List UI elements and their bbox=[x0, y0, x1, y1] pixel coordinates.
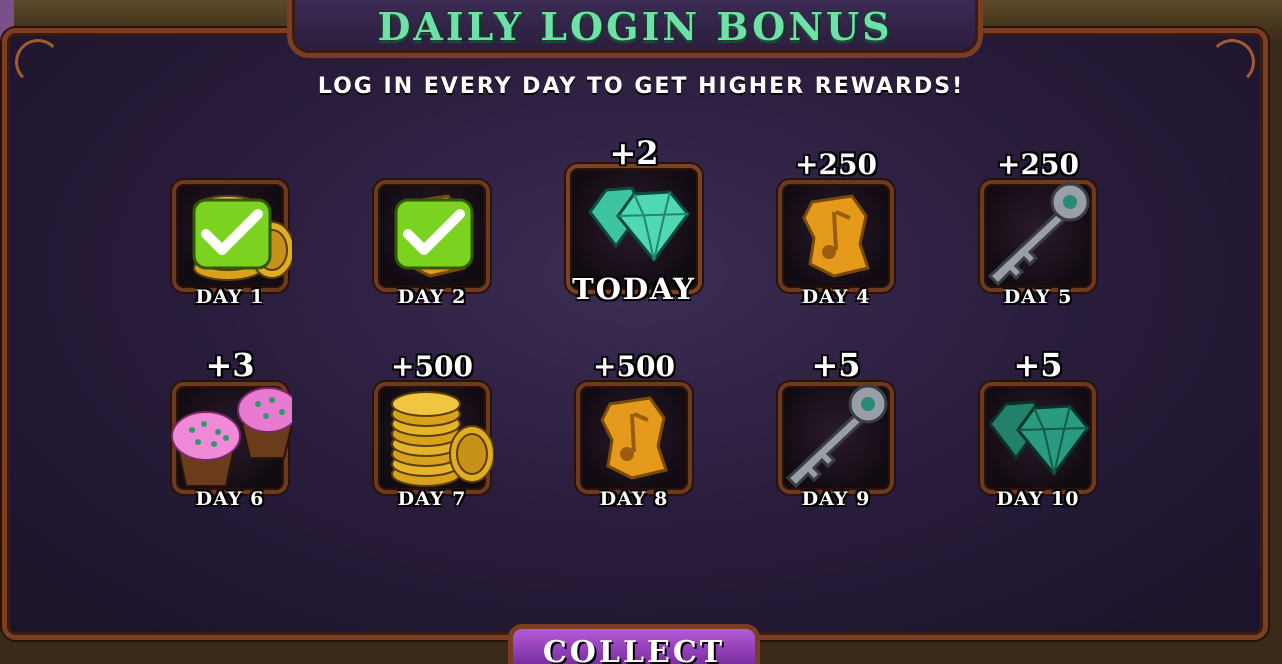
claimed-check-icon bbox=[394, 198, 474, 270]
reward-amount: +250 bbox=[997, 148, 1079, 181]
reward-amount: +3 bbox=[205, 346, 255, 384]
day-label: DAY 6 bbox=[195, 488, 265, 510]
diamonds-icon bbox=[988, 400, 1090, 477]
reward-amount: +5 bbox=[811, 346, 861, 384]
cupcakes-icon bbox=[171, 387, 292, 487]
reward-day-4[interactable]: +250 DAY 4 bbox=[774, 148, 898, 308]
title-plate: DAILY LOGIN BONUS bbox=[287, 0, 983, 58]
reward-day-8[interactable]: +500 DAY 8 bbox=[572, 350, 696, 510]
day-label-today: TODAY bbox=[572, 272, 696, 306]
day-label: DAY 5 bbox=[1003, 286, 1073, 308]
daily-bonus-panel bbox=[2, 28, 1268, 640]
shards-icon bbox=[600, 396, 668, 480]
reward-day-10[interactable]: +5 DAY 10 bbox=[976, 346, 1100, 510]
day-label: DAY 2 bbox=[397, 286, 467, 308]
day-label: DAY 8 bbox=[599, 488, 669, 510]
reward-day-9[interactable]: +5 DAY 9 bbox=[774, 346, 898, 510]
day-label: DAY 1 bbox=[195, 286, 265, 308]
reward-amount: +250 bbox=[795, 148, 877, 181]
shards-icon bbox=[802, 194, 870, 278]
diamonds-icon bbox=[588, 186, 690, 263]
collect-button-label: COLLECT bbox=[542, 635, 726, 664]
key-icon bbox=[785, 384, 888, 489]
reward-day-7[interactable]: +500 DAY 7 bbox=[370, 350, 494, 510]
reward-amount: +500 bbox=[391, 350, 473, 383]
reward-amount: +500 bbox=[593, 350, 675, 383]
day-label: DAY 7 bbox=[397, 488, 467, 510]
day-label: DAY 4 bbox=[801, 286, 871, 308]
claimed-check-icon bbox=[192, 198, 272, 270]
subtitle: LOG IN EVERY DAY TO GET HIGHER REWARDS! bbox=[317, 74, 965, 99]
reward-day-2[interactable]: DAY 2 bbox=[370, 172, 494, 308]
reward-amount: +2 bbox=[609, 134, 659, 172]
day-label: DAY 9 bbox=[801, 488, 871, 510]
reward-amount: +5 bbox=[1013, 346, 1063, 384]
reward-day-3-today[interactable]: +2 TODAY bbox=[566, 134, 702, 306]
key-icon bbox=[987, 182, 1090, 287]
reward-day-5[interactable]: +250 DAY 5 bbox=[976, 148, 1100, 308]
page-title: DAILY LOGIN BONUS bbox=[377, 4, 893, 49]
coins-icon bbox=[391, 391, 494, 487]
reward-day-1[interactable]: DAY 1 bbox=[168, 172, 292, 308]
collect-button[interactable]: COLLECT bbox=[508, 624, 760, 664]
day-label: DAY 10 bbox=[996, 488, 1080, 510]
reward-day-6[interactable]: +3 DAY 6 bbox=[168, 346, 292, 510]
